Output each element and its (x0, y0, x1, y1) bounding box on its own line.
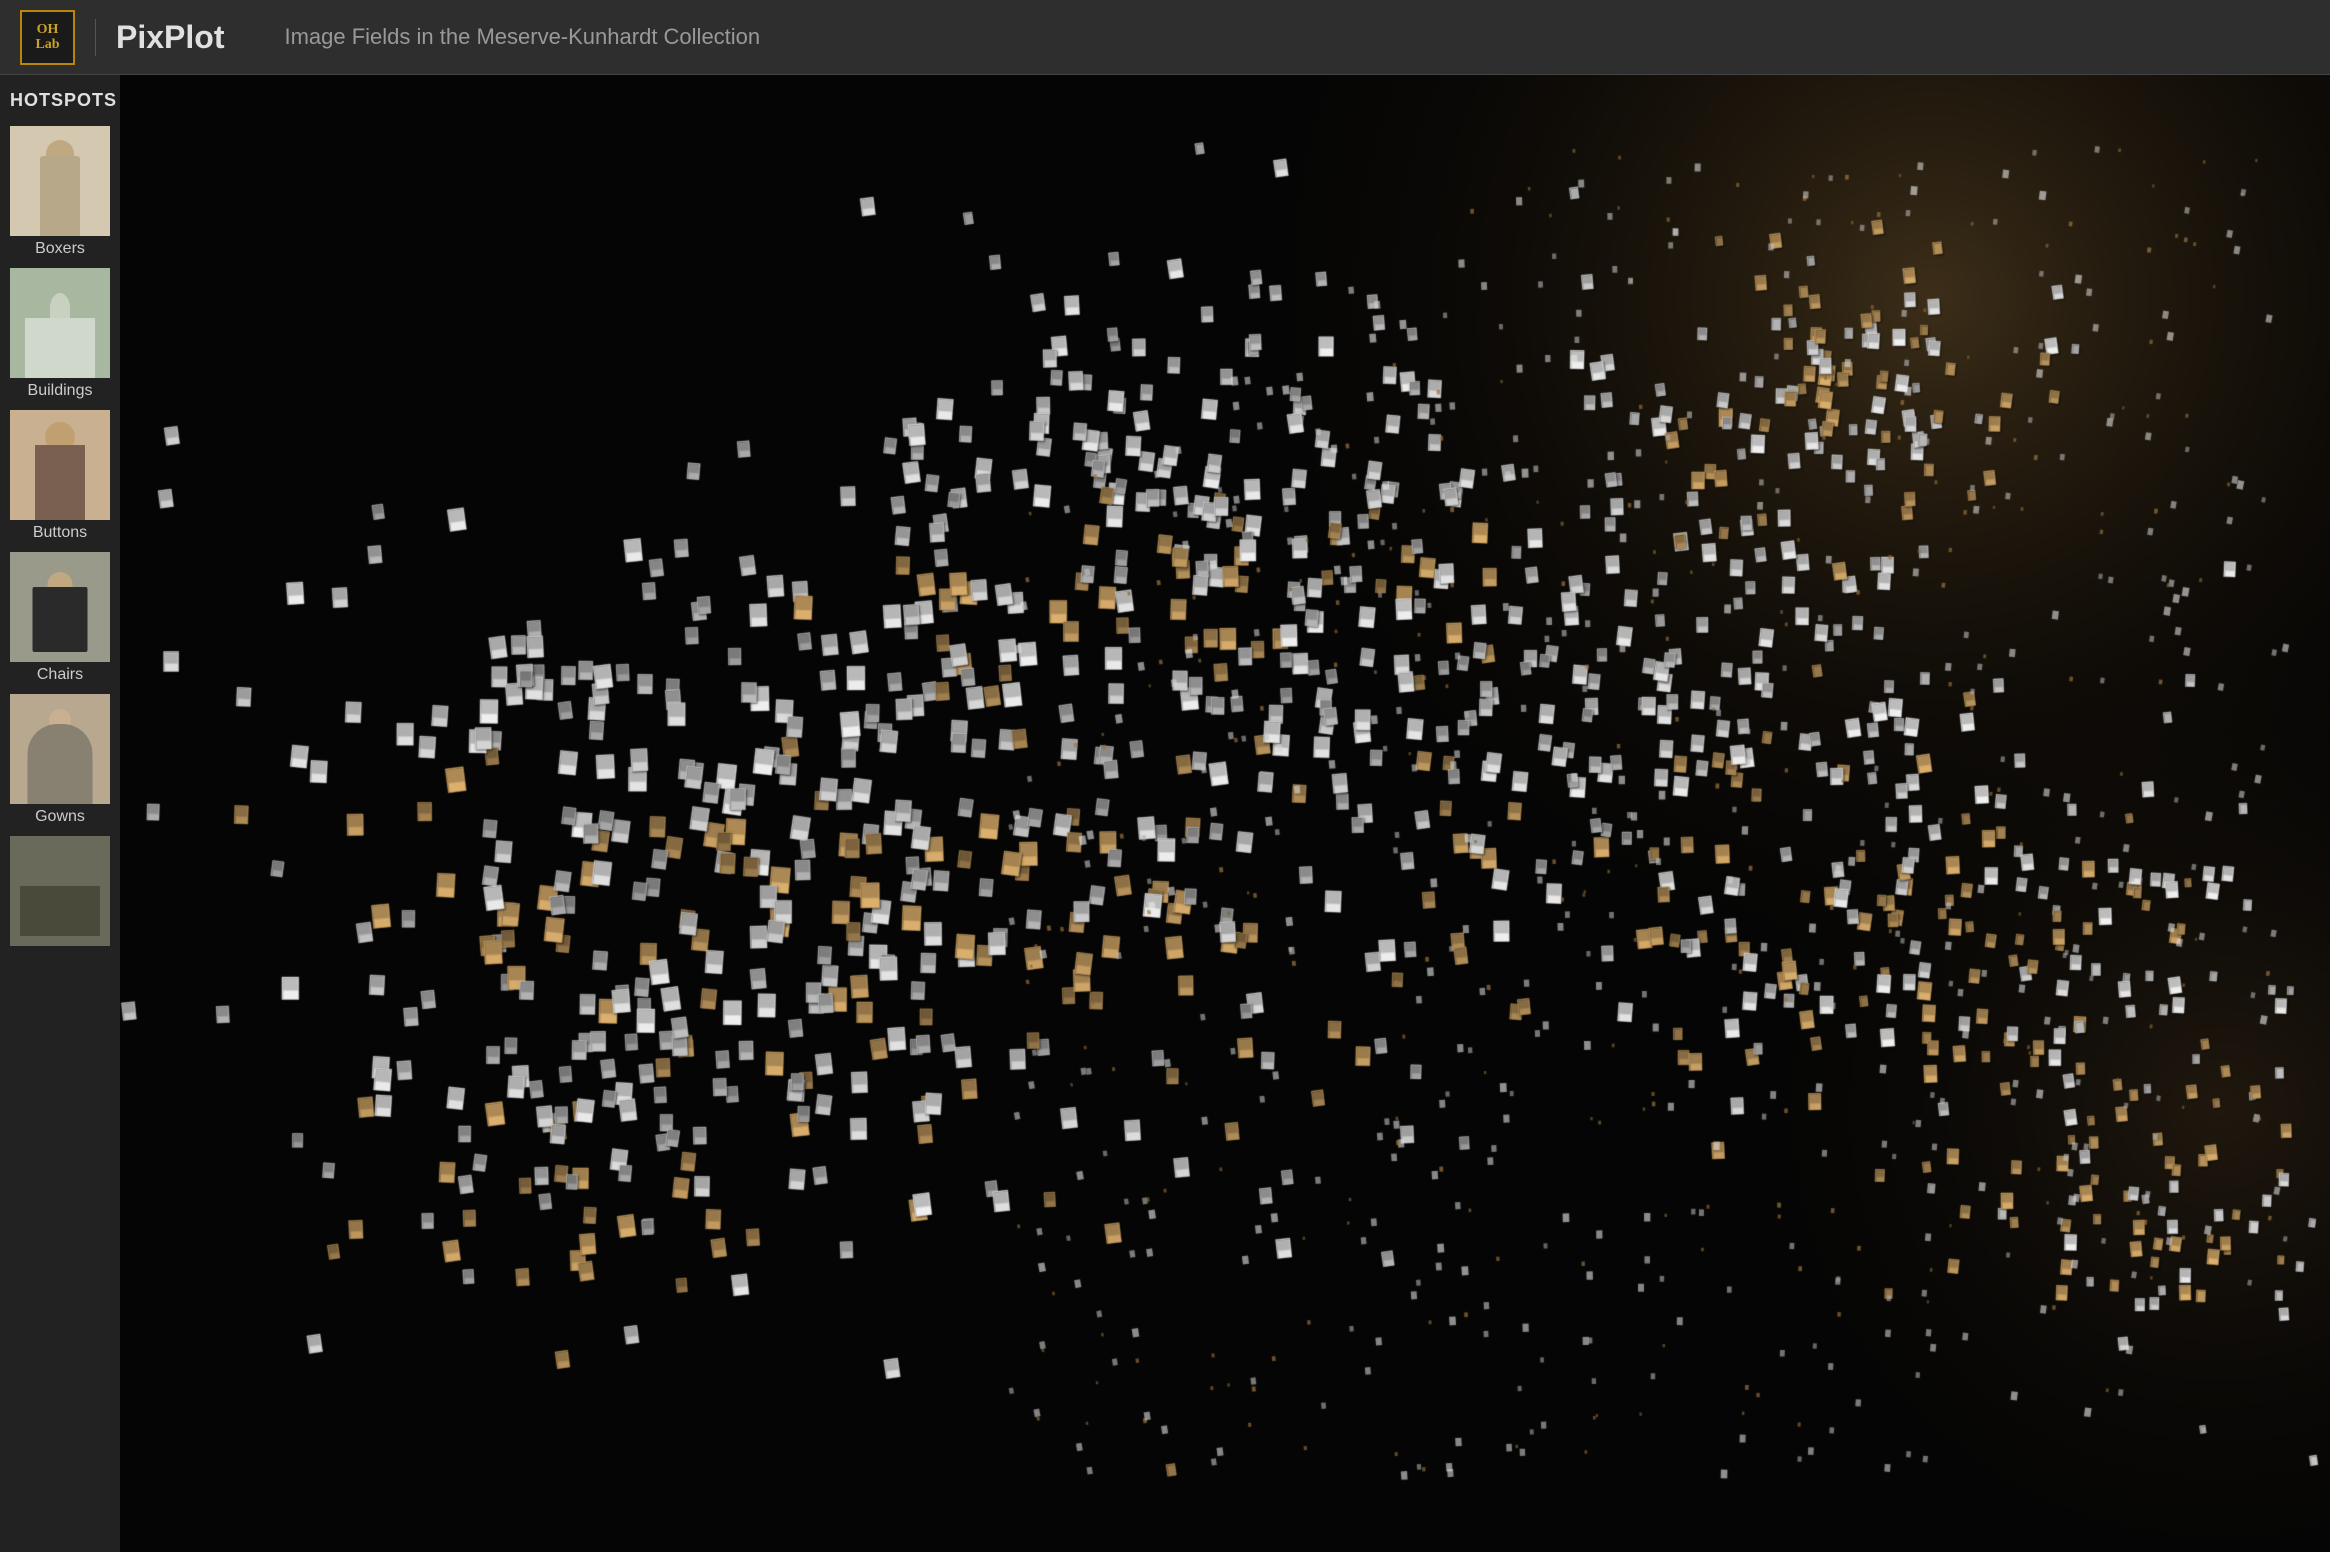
hotspot-buildings-label: Buildings (10, 382, 110, 400)
hotspot-gowns-thumb (10, 694, 110, 804)
collection-subtitle: Image Fields in the Meserve-Kunhardt Col… (284, 24, 760, 50)
hotspot-buildings[interactable]: Buildings (10, 268, 110, 400)
hotspots-section-label: HOTSPOTS (10, 90, 110, 111)
pixplot-canvas[interactable] (120, 75, 2330, 1552)
app-title: PixPlot (95, 19, 224, 56)
hotspot-chairs-label: Chairs (10, 666, 110, 684)
app-header: OH Lab PixPlot Image Fields in the Meser… (0, 0, 2330, 75)
logo-icon: OH Lab (20, 10, 75, 65)
main-layout: HOTSPOTS Boxers Buildings Buttons Chairs… (0, 75, 2330, 1552)
sidebar: HOTSPOTS Boxers Buildings Buttons Chairs… (0, 75, 120, 1552)
hotspot-boxers-thumb (10, 126, 110, 236)
hotspot-buildings-thumb (10, 268, 110, 378)
logo-text: OH Lab (35, 22, 59, 53)
visualization-area[interactable] (120, 75, 2330, 1552)
hotspot-group-thumb (10, 836, 110, 946)
hotspot-chairs[interactable]: Chairs (10, 552, 110, 684)
hotspot-boxers-label: Boxers (10, 240, 110, 258)
hotspot-gowns[interactable]: Gowns (10, 694, 110, 826)
hotspot-buttons-label: Buttons (10, 524, 110, 542)
hotspot-buttons-thumb (10, 410, 110, 520)
hotspot-boxers[interactable]: Boxers (10, 126, 110, 258)
hotspot-group[interactable] (10, 836, 110, 946)
hotspot-gowns-label: Gowns (10, 808, 110, 826)
logo-area: OH Lab PixPlot (20, 10, 224, 65)
hotspot-chairs-thumb (10, 552, 110, 662)
hotspot-buttons[interactable]: Buttons (10, 410, 110, 542)
